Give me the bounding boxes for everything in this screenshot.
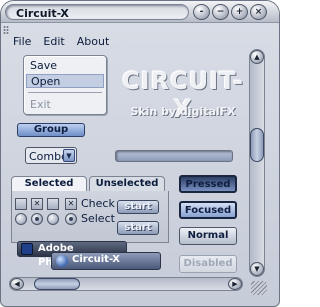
normal-button[interactable]: Normal bbox=[179, 227, 237, 245]
start-button-1[interactable]: start bbox=[117, 200, 159, 214]
taskbar-circuitx-label: Circuit-X bbox=[72, 254, 120, 265]
app-window: Circuit-X - − + × File Edit About Save O… bbox=[0, 0, 280, 307]
menu-about[interactable]: About bbox=[75, 35, 112, 51]
maximize-button[interactable]: + bbox=[231, 4, 248, 20]
taskbar-circuitx[interactable]: Circuit-X bbox=[51, 252, 161, 270]
photoshop-icon bbox=[21, 243, 33, 255]
menu-edit[interactable]: Edit bbox=[41, 35, 66, 51]
triangle-down-icon[interactable]: ▼ bbox=[63, 149, 75, 162]
close-button[interactable]: × bbox=[250, 4, 267, 20]
scroll-up-icon[interactable]: ▲ bbox=[250, 50, 264, 64]
scroll-down-icon[interactable]: ▼ bbox=[250, 262, 264, 276]
checkbox-4[interactable]: ✕ bbox=[65, 198, 77, 210]
logo-subtitle: Skin by digitalFX bbox=[130, 105, 236, 118]
disabled-button: Disabled bbox=[179, 255, 237, 273]
scroll-right-icon[interactable]: ▶ bbox=[228, 278, 242, 290]
checkbox-label: Check bbox=[81, 197, 115, 210]
circuit-x-icon bbox=[56, 255, 68, 267]
pressed-button[interactable]: Pressed bbox=[179, 175, 237, 193]
window-title: Circuit-X bbox=[16, 7, 69, 20]
vertical-scroll-thumb[interactable] bbox=[250, 128, 264, 162]
radio-2[interactable] bbox=[31, 213, 43, 225]
file-listbox: Save Open Exit bbox=[23, 55, 107, 115]
checkbox-1[interactable] bbox=[15, 198, 27, 210]
combo-box[interactable]: Combo ▼ bbox=[25, 147, 77, 164]
list-item-save[interactable]: Save bbox=[26, 59, 104, 73]
start-button-2[interactable]: start bbox=[117, 221, 159, 235]
radio-3[interactable] bbox=[47, 213, 59, 225]
resize-grip-icon[interactable] bbox=[251, 281, 267, 295]
radio-4[interactable] bbox=[65, 213, 77, 225]
list-item-open[interactable]: Open bbox=[26, 74, 104, 88]
checkbox-3[interactable] bbox=[47, 198, 59, 210]
horizontal-scroll-thumb[interactable] bbox=[34, 278, 80, 290]
progress-bar bbox=[115, 150, 233, 162]
minimize-button[interactable]: − bbox=[212, 4, 229, 20]
radio-dot-icon bbox=[69, 217, 73, 221]
scroll-left-icon[interactable]: ◀ bbox=[10, 278, 24, 290]
list-separator bbox=[28, 92, 102, 93]
tab-selected[interactable]: Selected bbox=[11, 176, 87, 192]
shade-button[interactable]: - bbox=[193, 4, 210, 20]
circuit-x-logo: CIRCUIT-X Skin by digitalFX bbox=[121, 65, 245, 123]
focused-button[interactable]: Focused bbox=[179, 201, 237, 219]
grip-icon bbox=[3, 26, 9, 34]
horizontal-scrollbar[interactable]: ◀ ▶ bbox=[9, 277, 243, 291]
group-button[interactable]: Group bbox=[17, 123, 85, 137]
menu-bar: File Edit About bbox=[11, 35, 111, 51]
title-bar[interactable]: Circuit-X - − + × bbox=[1, 1, 279, 23]
radio-label: Select bbox=[81, 212, 115, 225]
checkbox-2[interactable]: ✕ bbox=[31, 198, 43, 210]
list-item-exit: Exit bbox=[30, 98, 51, 111]
menu-file[interactable]: File bbox=[11, 35, 33, 51]
radio-dot-icon bbox=[35, 217, 39, 221]
title-buttons: - − + × bbox=[193, 4, 267, 20]
radio-1[interactable] bbox=[15, 213, 27, 225]
title-slot: Circuit-X bbox=[5, 4, 189, 20]
tab-unselected[interactable]: Unselected bbox=[89, 176, 165, 192]
vertical-scrollbar[interactable]: ▲ ▼ bbox=[249, 49, 265, 277]
